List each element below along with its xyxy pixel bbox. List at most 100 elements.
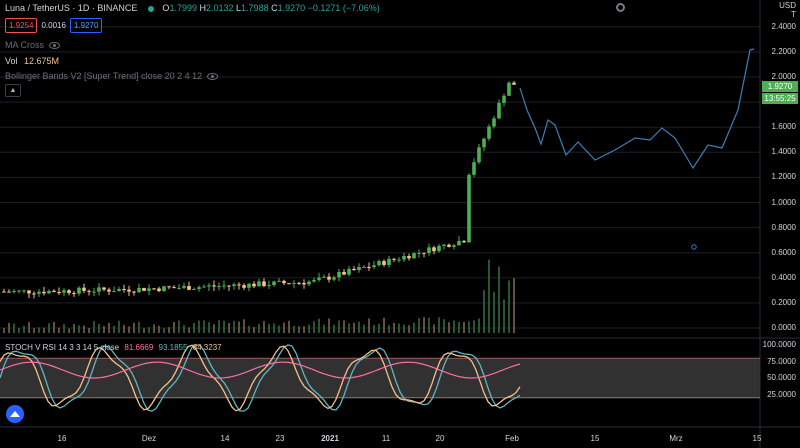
volume-bar	[58, 327, 60, 333]
volume-bar	[423, 317, 425, 333]
candle-body	[97, 287, 101, 292]
settings-gear-icon[interactable]	[616, 3, 625, 12]
candle-body	[102, 287, 106, 290]
volume-bar	[413, 322, 415, 333]
buy-price-button[interactable]: 1.9270	[69, 18, 103, 33]
volume-bar	[133, 322, 135, 333]
high-value: 2.0132	[205, 3, 234, 13]
candle-body	[427, 247, 431, 254]
stoch-rsi-legend[interactable]: STOCH V RSI 14 3 3 14 5 close 81.6669 93…	[5, 343, 222, 352]
candle-body	[482, 138, 486, 148]
volume-bar	[28, 321, 30, 333]
stoch-tick: 50.0000	[767, 373, 796, 382]
volume-bar	[93, 321, 95, 333]
candle-body	[237, 284, 241, 286]
volume-bar	[18, 327, 20, 333]
candle-body	[477, 147, 481, 163]
price-tick: 1.4000	[771, 147, 796, 157]
candle-body	[197, 287, 201, 289]
volume-bar	[438, 317, 440, 333]
currency-text: USD	[779, 1, 796, 10]
candle-body	[207, 285, 211, 287]
currency-text-2: T	[791, 10, 796, 19]
volume-bar	[238, 321, 240, 333]
volume-bar	[53, 322, 55, 333]
candle-body	[332, 277, 336, 280]
volume-label: Vol	[5, 56, 18, 66]
candle-body	[432, 247, 436, 252]
eye-hidden-icon[interactable]	[49, 42, 61, 50]
volume-bar	[308, 324, 310, 333]
candle-body	[177, 287, 181, 289]
volume-bar	[223, 320, 225, 333]
candle-body	[337, 271, 341, 278]
candle-body	[307, 281, 311, 285]
candle-body	[412, 253, 416, 259]
bollinger-legend[interactable]: Bollinger Bands V2 [Super Trend] close 2…	[5, 71, 219, 81]
price-tick: 1.6000	[771, 122, 796, 132]
open-value: 1.7999	[169, 3, 197, 13]
candle-body	[372, 265, 376, 268]
candle-body	[417, 252, 421, 254]
candle-body	[222, 285, 226, 287]
candle-body	[312, 279, 316, 282]
volume-bar	[263, 321, 265, 333]
change-value: −0.1271 (−7.06%)	[307, 3, 380, 13]
volume-bar	[278, 325, 280, 333]
candle-body	[322, 276, 326, 278]
volume-bar	[203, 320, 205, 333]
chart-canvas[interactable]	[0, 0, 800, 448]
volume-bar	[448, 322, 450, 333]
candle-body	[87, 290, 91, 292]
time-tick: Dez	[141, 434, 157, 443]
volume-bar	[398, 323, 400, 333]
volume-bar	[373, 324, 375, 333]
symbol-title[interactable]: Luna / TetherUS · 1D · BINANCE	[5, 3, 137, 13]
candle-body	[357, 267, 361, 271]
volume-bar	[163, 328, 165, 333]
candle-body	[27, 290, 31, 294]
close-value: 1.9270	[277, 3, 306, 13]
stoch-tick: 100.0000	[762, 340, 796, 349]
candle-body	[37, 291, 41, 294]
volume-bar	[213, 324, 215, 333]
volume-bar	[268, 323, 270, 333]
candle-body	[362, 266, 366, 268]
volume-bar	[103, 325, 105, 333]
volume-bar	[393, 322, 395, 333]
volume-bar	[328, 318, 330, 333]
candle-body	[212, 285, 216, 287]
candle-body	[272, 281, 276, 286]
candle-body	[492, 118, 496, 127]
tradingview-logo-icon[interactable]	[6, 405, 24, 423]
volume-bar	[153, 324, 155, 333]
candle-body	[297, 282, 301, 284]
price-tick: 2.0000	[771, 72, 796, 81]
volume-bar	[298, 326, 300, 333]
candle-body	[242, 285, 246, 288]
volume-bar	[368, 318, 370, 333]
candle-body	[447, 244, 451, 247]
volume-bar	[403, 324, 405, 333]
currency-label: USD T	[779, 1, 796, 19]
stoch-value-k: 81.6669	[124, 343, 154, 352]
candle-body	[462, 240, 466, 243]
chevron-up-icon[interactable]: ▲	[5, 84, 21, 97]
stoch-label: STOCH V RSI 14 3 3 14 5 close	[5, 343, 120, 352]
eye-hidden-icon[interactable]	[207, 73, 219, 81]
volume-bar	[218, 320, 220, 333]
candle-body	[327, 276, 331, 280]
time-tick: 2021	[321, 434, 339, 443]
volume-bar	[253, 326, 255, 333]
stoch-value-rsi: 84.3237	[192, 343, 222, 352]
ma-cross-legend[interactable]: MA Cross	[5, 40, 61, 50]
sell-price-button[interactable]: 1.9254	[5, 18, 38, 33]
candle-body	[12, 291, 16, 293]
price-tick: 2.2000	[771, 46, 796, 56]
candle-body	[182, 286, 186, 288]
candle-body	[467, 174, 471, 243]
volume-bar	[123, 324, 125, 333]
price-tick: 0.4000	[771, 272, 796, 282]
volume-legend[interactable]: Vol 12.675M	[5, 56, 59, 66]
price-tick: 1.2000	[771, 172, 796, 182]
